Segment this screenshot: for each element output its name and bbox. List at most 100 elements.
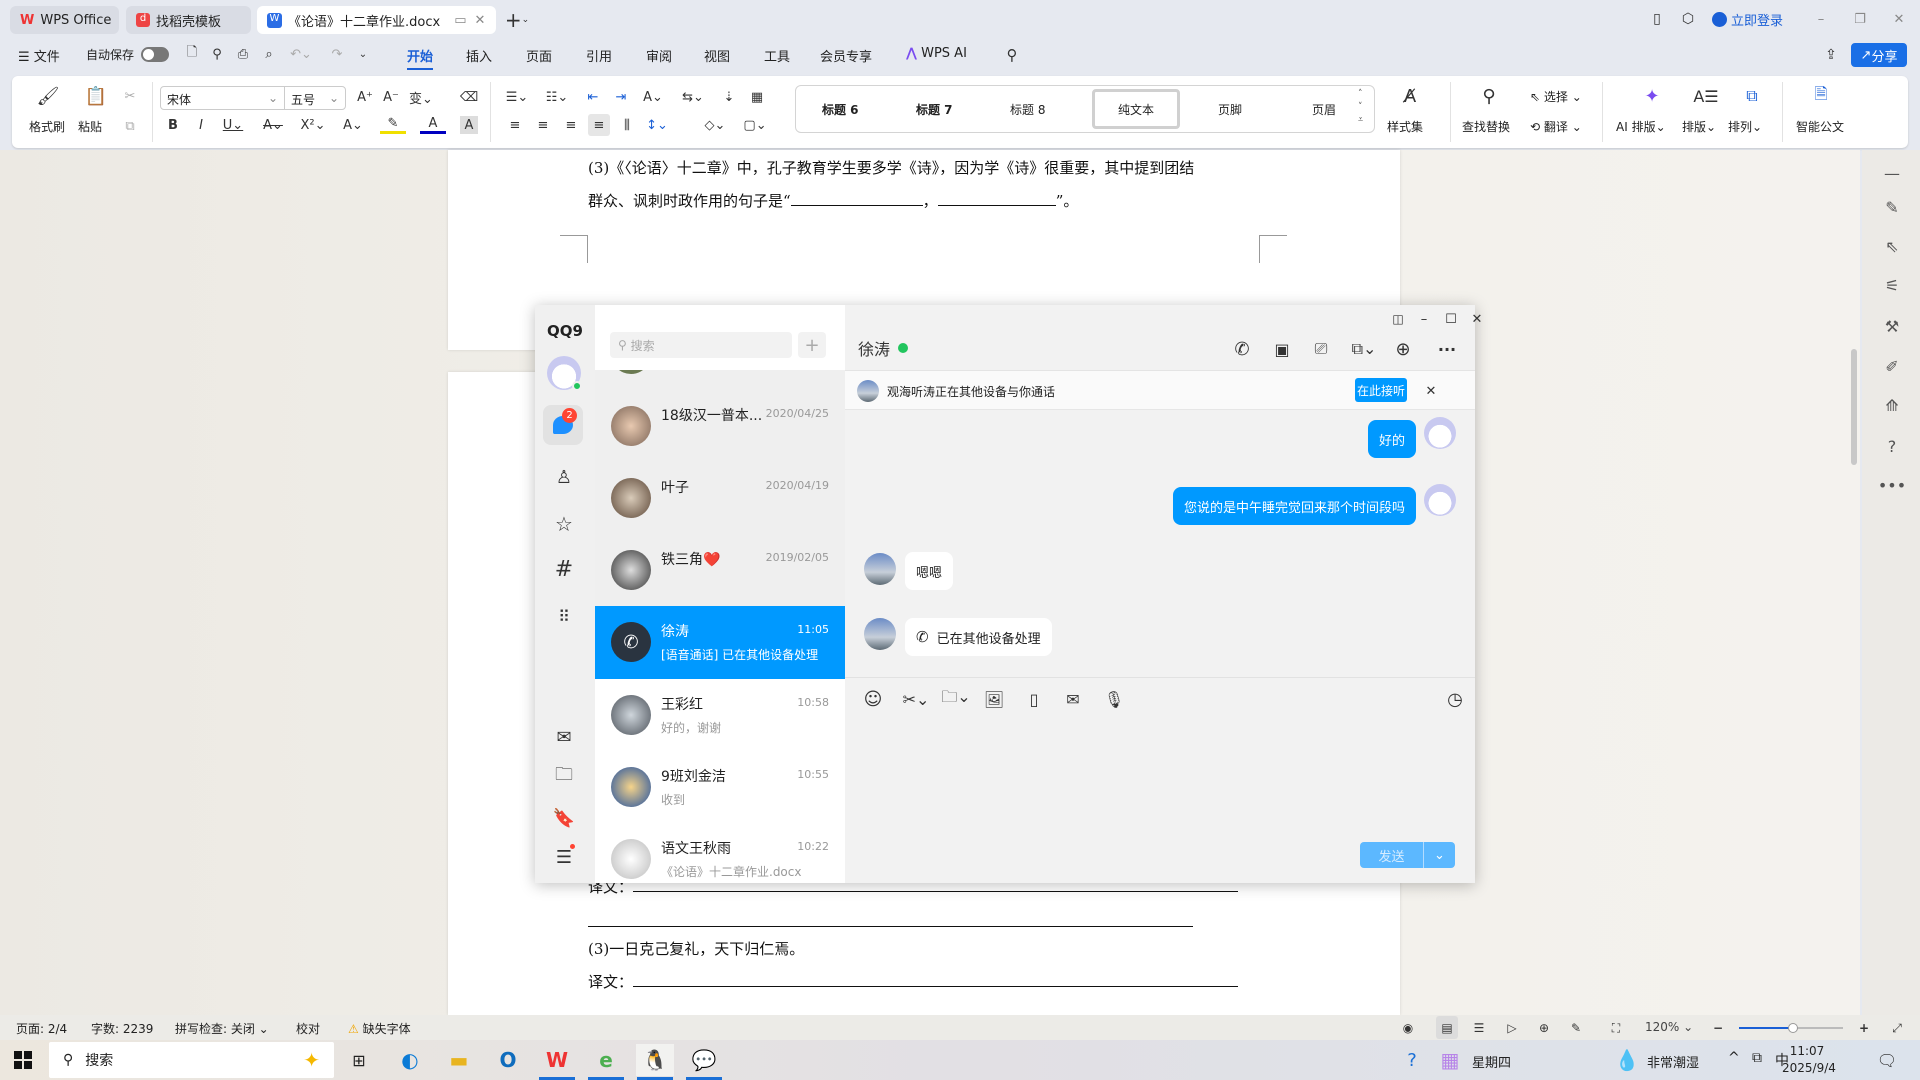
conversation-item[interactable]: 铁三角❤️ 2019/02/05 [595,534,845,606]
grow-font-icon[interactable]: A⁺ [356,88,374,106]
print-preview-icon[interactable]: ⌕ [260,45,278,63]
doc-translation-line[interactable]: 译文： [588,971,1239,992]
sort-icon[interactable]: ⇣ [720,88,738,106]
align-center-icon[interactable]: ≡ [534,116,552,134]
vertical-scrollbar[interactable] [1851,160,1859,1010]
numbered-list-icon[interactable]: ☷⌄ [544,88,570,106]
menu-tab-insert[interactable]: 插入 [466,46,492,65]
mail-icon[interactable]: ✉ [551,724,577,750]
message-bubble-call[interactable]: ✆ 已在其他设备处理 [905,618,1052,656]
search-icon[interactable]: ⚲ [1002,45,1022,65]
shake-icon[interactable]: ▯ [1022,687,1046,711]
align-right-icon[interactable]: ≡ [562,116,580,134]
strikethrough-icon[interactable]: A⌄ [260,116,286,134]
paste-button[interactable]: 粘贴 [78,118,102,135]
decrease-indent-icon[interactable]: ⇤ [584,88,602,106]
redo-icon[interactable]: ↷ [328,45,346,63]
menu-tab-page[interactable]: 页面 [526,46,552,65]
char-spacing-icon[interactable]: A⌄ [640,88,666,106]
outline-view-icon[interactable]: ☰ [1469,1018,1489,1038]
style-set-button[interactable]: 样式集 [1387,118,1423,135]
microphone-icon[interactable]: 🎙 [1102,687,1126,711]
avatar[interactable] [864,553,896,585]
menu-tab-tools[interactable]: 工具 [764,46,790,65]
zoom-dropdown[interactable]: 120% ⌄ [1645,1020,1693,1034]
table-ruler-icon[interactable]: ▦ [748,88,766,106]
style-plain-text[interactable]: 纯文本 [1092,89,1180,129]
screenshot-icon[interactable]: ✂⌄ [900,687,932,711]
tray-expand-icon[interactable]: ^ [1728,1050,1740,1066]
pen-mode-icon[interactable]: ✎ [1566,1018,1586,1038]
folder-icon[interactable]: 🗀 [551,764,577,790]
print-icon[interactable]: ⎙ [234,45,252,63]
search-input[interactable]: ⚲ 搜索 [610,332,792,358]
remote-assist-icon[interactable]: ⧉⌄ [1348,337,1380,361]
taskbar-search[interactable]: ⚲ 搜索 ✦ [49,1042,334,1078]
calendar-icon[interactable]: ▦ [1433,1044,1467,1076]
add-button[interactable]: + [798,332,826,358]
clock[interactable]: 11:07 2025/9/4 [1782,1043,1836,1077]
file-menu[interactable]: ☰ 文件 [18,46,60,65]
answer-here-button[interactable]: 在此接听 [1355,378,1407,402]
tab-document[interactable]: W 《论语》十二章作业.docx ▭ ✕ [257,6,496,34]
font-color-icon[interactable]: A [420,116,446,134]
tools-icon[interactable]: ⚒ [1880,314,1904,338]
font-size-select[interactable]: 五号 ⌄ [285,87,345,109]
phonetic-guide-icon[interactable]: 变⌄ [408,88,434,107]
apps-grid-icon[interactable]: ⠿ [551,603,577,629]
windows-start-icon[interactable] [6,1044,40,1076]
layout-button[interactable]: 排版⌄ [1682,118,1716,135]
red-packet-icon[interactable]: ✉ [1061,687,1085,711]
contacts-icon[interactable]: ♙ [551,464,577,490]
menu-tab-member[interactable]: 会员专享 [820,46,872,65]
underline-icon[interactable]: U⌄ [220,116,246,134]
zoom-slider[interactable] [1739,1023,1843,1033]
weekday-label[interactable]: 星期四 [1472,1052,1511,1071]
style-heading-8[interactable]: 标题 8 [1010,101,1045,118]
layout-icon[interactable]: A☰ [1693,84,1718,108]
menu-tab-view[interactable]: 视图 [704,46,730,65]
wps-taskbar-icon[interactable]: W [540,1044,574,1076]
cloud-upload-icon[interactable]: ⇪ [1821,45,1841,65]
conversation-item[interactable]: 9班刘金洁 10:55 收到 [595,751,845,823]
scrollbar-thumb[interactable] [1851,349,1857,465]
zoom-slider-knob[interactable] [1788,1023,1799,1033]
menu-tab-review[interactable]: 审阅 [646,46,672,65]
superscript-icon[interactable]: X²⌄ [300,116,326,134]
user-avatar[interactable] [547,356,582,391]
emoji-icon[interactable]: ☺ [861,687,885,711]
proofread-button[interactable]: 校对 [296,1020,320,1037]
shading-icon[interactable]: ◇⌄ [702,116,728,134]
autosave-toggle[interactable] [141,47,169,62]
minimize-icon[interactable]: – [1810,8,1832,30]
close-notice-icon[interactable]: ✕ [1421,381,1441,401]
add-more-icon[interactable]: ⊕ [1391,337,1415,361]
message-bubble-received[interactable]: 嗯嗯 [905,552,954,590]
avatar[interactable] [864,618,896,650]
style-footer[interactable]: 页脚 [1218,101,1242,118]
send-button[interactable]: 发送 [1360,842,1424,868]
doc-question-3-blank-line[interactable]: 群众、讽刺时政作用的句子是“ ， ”。 [588,190,1078,211]
bold-icon[interactable]: B [164,116,182,134]
translate-button[interactable]: ⟲ 翻译 ⌄ [1530,118,1582,135]
smart-doc-button[interactable]: 智能公文 [1796,118,1844,135]
message-input[interactable] [845,717,1475,842]
notifications-icon[interactable]: 🗨 [1870,1044,1904,1076]
increase-indent-icon[interactable]: ⇥ [612,88,630,106]
new-tab-icon[interactable]: + ⌄ [502,8,532,32]
qq-taskbar-icon[interactable]: 🐧 [636,1044,674,1076]
main-menu-icon[interactable]: ☰ [551,844,577,870]
avatar[interactable] [1424,484,1456,516]
fill-blank-2[interactable] [937,192,1056,206]
share-button[interactable]: ↗ 分享 [1851,43,1907,67]
page-indicator[interactable]: 页面: 2/4 [16,1020,67,1037]
ai-layout-icon[interactable]: ✦ [1640,84,1664,108]
more-quick-icon[interactable]: ⌄ [354,45,372,63]
conversation-item[interactable]: 语文王秋雨 10:22 《论语》十二章作业.docx [595,823,845,883]
qq-maximize-icon[interactable]: ☐ [1442,310,1460,328]
messages-nav[interactable]: 2 [543,405,583,445]
format-painter-button[interactable]: 格式刷 [29,118,65,135]
close-tab-icon[interactable]: ✕ [474,13,485,28]
wechat-icon[interactable]: 💬 [687,1044,721,1076]
style-heading-7[interactable]: 标题 7 [916,101,953,118]
